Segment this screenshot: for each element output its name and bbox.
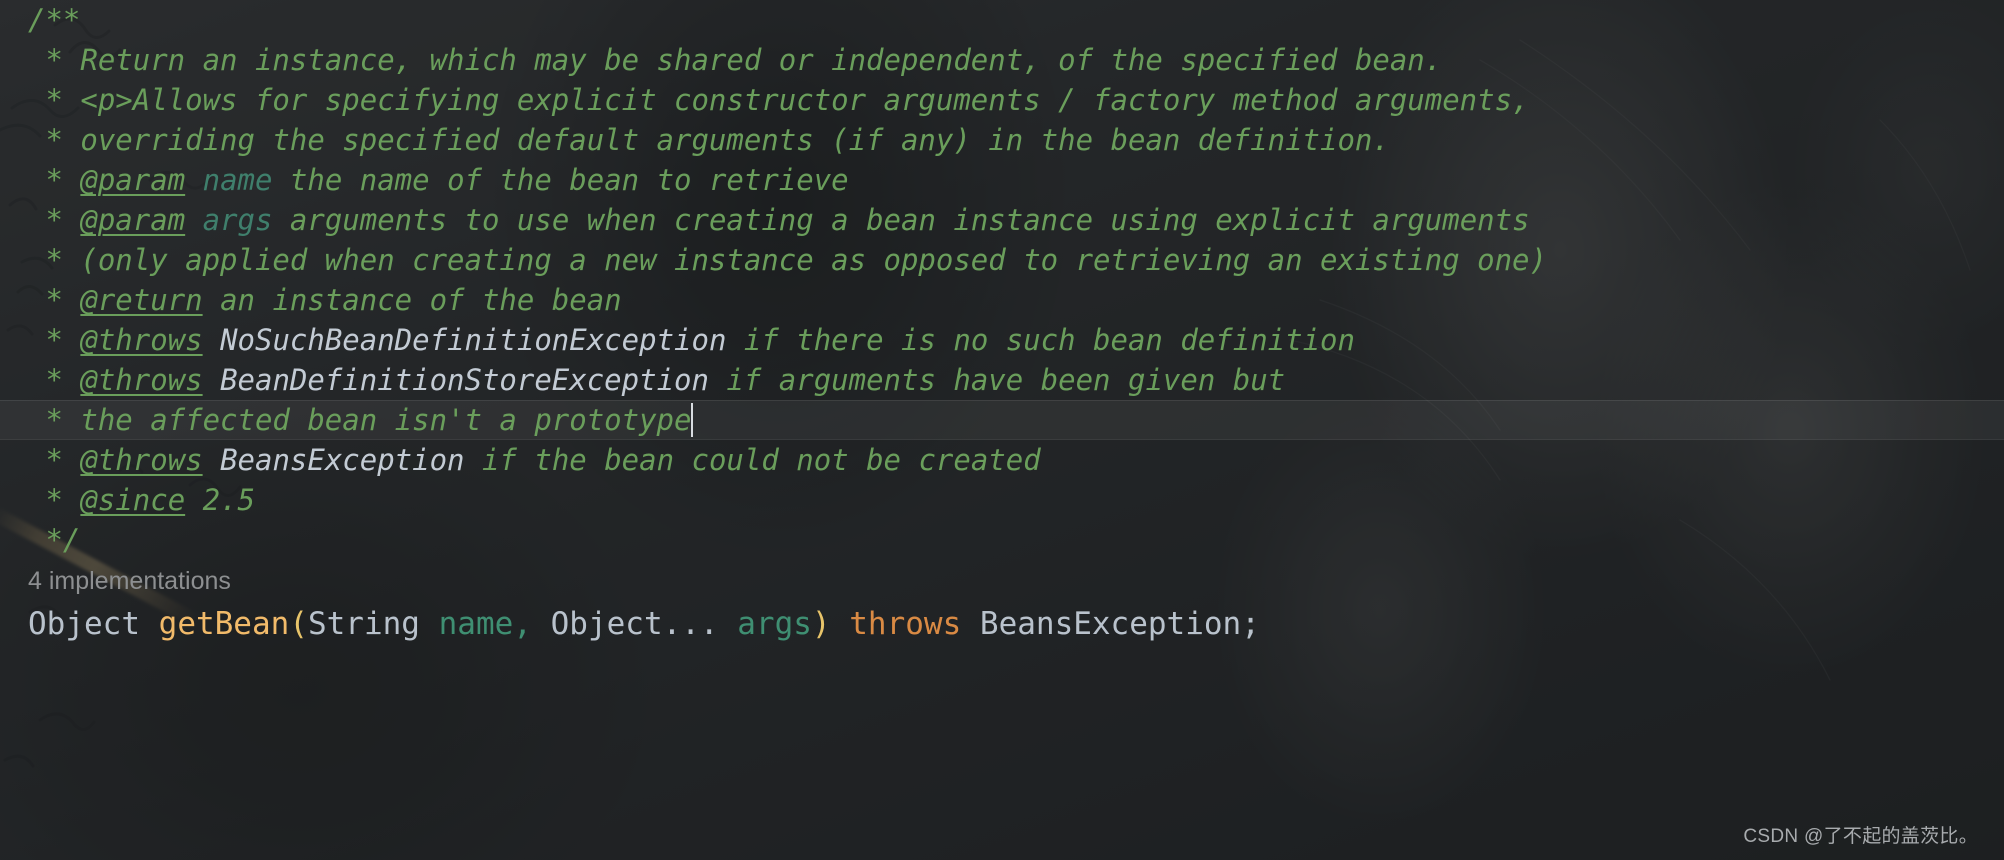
token-doc-type: BeansException [220, 443, 465, 477]
token-tok-plain: Object [28, 606, 159, 642]
code-line-doc-return-summary[interactable]: * Return an instance, which may be share… [0, 40, 2004, 80]
token-tok-paren: ( [289, 606, 308, 642]
token-doc: if the bean could not be created [464, 443, 1041, 477]
token-doc-type: NoSuchBeanDefinitionException [220, 323, 727, 357]
code-line-doc-only-applied[interactable]: * (only applied when creating a new inst… [0, 240, 2004, 280]
text-caret [691, 403, 694, 437]
token-doc: an instance of the bean [202, 283, 622, 317]
javadoc-block[interactable]: /** * Return an instance, which may be s… [0, 0, 2004, 560]
token-doc: * [28, 483, 81, 517]
token-doc: * [28, 323, 81, 357]
method-signature-line[interactable]: Object getBean(String name, Object... ar… [0, 600, 2004, 648]
token-doc: /** [28, 3, 81, 37]
code-line-doc-param-args[interactable]: * @param args arguments to use when crea… [0, 200, 2004, 240]
code-line-doc-throws-nosuchbean[interactable]: * @throws NoSuchBeanDefinitionException … [0, 320, 2004, 360]
code-line-doc-throws-beandefstore[interactable]: * @throws BeanDefinitionStoreException i… [0, 360, 2004, 400]
token-doc-tag: @throws [80, 363, 203, 397]
token-tok-method: getBean [158, 606, 290, 642]
token-doc: * <p>Allows for specifying explicit cons… [28, 83, 1530, 117]
token-doc: * [28, 283, 81, 317]
token-tok-ident: args [737, 606, 812, 642]
code-editor[interactable]: /** * Return an instance, which may be s… [0, 0, 2004, 860]
token-doc: the name of the bean to retrieve [272, 163, 849, 197]
token-doc: * overriding the specified default argum… [28, 123, 1390, 157]
token-doc: * Return an instance, which may be share… [28, 43, 1443, 77]
implementations-inlay-hint[interactable]: 4 implementations [0, 560, 2004, 600]
token-tok-plain: BeansException; [961, 606, 1260, 642]
token-tok-ident: name [438, 606, 514, 642]
token-doc-tag: @throws [80, 443, 203, 477]
code-line-doc-throws-beansexception[interactable]: * @throws BeansException if the bean cou… [0, 440, 2004, 480]
token-doc-tag: @param [80, 163, 186, 197]
token-doc: if arguments have been given but [708, 363, 1286, 397]
token-tok-kw: throws [849, 606, 962, 642]
csdn-watermark: CSDN @了不起的盖茨比。 [1743, 826, 1978, 847]
token-tok-plain [831, 606, 850, 642]
code-line-doc-allows-p[interactable]: * <p>Allows for specifying explicit cons… [0, 80, 2004, 120]
token-doc-param: name [202, 163, 273, 197]
token-tok-comma: , [513, 606, 551, 642]
code-line-doc-param-name[interactable]: * @param name the name of the bean to re… [0, 160, 2004, 200]
token-doc: * [28, 363, 81, 397]
token-doc [203, 443, 220, 477]
token-doc-tag: @param [80, 203, 186, 237]
code-line-doc-prototype-continuation[interactable]: * the affected bean isn't a prototype [0, 400, 2004, 440]
token-doc: * [28, 163, 81, 197]
token-doc: */ [28, 523, 81, 557]
token-doc [203, 363, 220, 397]
token-doc-tag: @throws [80, 323, 203, 357]
code-line-doc-since[interactable]: * @since 2.5 [0, 480, 2004, 520]
token-tok-plain: String [307, 606, 439, 642]
token-doc-type: BeanDefinitionStoreException [220, 363, 709, 397]
token-tok-paren: ) [811, 606, 831, 642]
token-doc: if there is no such bean definition [726, 323, 1355, 357]
code-line-doc-overriding[interactable]: * overriding the specified default argum… [0, 120, 2004, 160]
token-doc: * the affected bean isn't a prototype [28, 403, 692, 437]
code-line-doc-open[interactable]: /** [0, 0, 2004, 40]
token-doc-tag: @since [80, 483, 186, 517]
token-tok-plain: Object... [550, 606, 738, 642]
code-line-doc-close[interactable]: */ [0, 520, 2004, 560]
code-line-doc-return[interactable]: * @return an instance of the bean [0, 280, 2004, 320]
editor-text-area[interactable]: /** * Return an instance, which may be s… [0, 0, 2004, 648]
token-doc: * [28, 443, 81, 477]
token-doc: 2.5 [185, 483, 255, 517]
token-doc [185, 163, 202, 197]
token-doc: * (only applied when creating a new inst… [28, 243, 1547, 277]
token-doc: arguments to use when creating a bean in… [272, 203, 1530, 237]
token-doc [185, 203, 202, 237]
token-doc-param: args [202, 203, 273, 237]
token-doc: * [28, 203, 81, 237]
token-doc [203, 323, 220, 357]
token-doc-tag: @return [80, 283, 203, 317]
